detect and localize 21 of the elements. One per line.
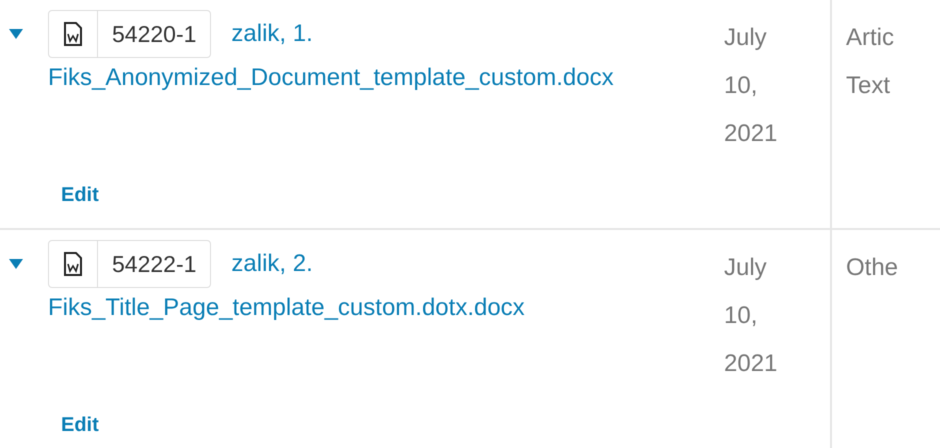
file-link[interactable]: Fiks_Title_Page_template_custom.dotx.docx (48, 294, 700, 322)
word-document-icon (63, 22, 83, 46)
word-document-icon (63, 252, 83, 276)
edit-link[interactable]: Edit (61, 184, 700, 207)
caret-icon[interactable] (8, 258, 24, 270)
date-text: 10, (724, 71, 758, 101)
caret-icon[interactable] (8, 28, 24, 40)
author-link[interactable]: zalik, 2. (231, 250, 313, 278)
document-id: 54220-1 (111, 20, 198, 48)
date-text: 2021 (724, 119, 778, 149)
date-text: July (724, 253, 768, 283)
type-text: Othe (846, 253, 900, 283)
type-text: Text (846, 71, 892, 101)
document-id: 54222-1 (111, 250, 198, 278)
author-link[interactable]: zalik, 1. (231, 20, 313, 48)
edit-link[interactable]: Edit (61, 414, 700, 437)
date-text: 10, (724, 301, 758, 331)
file-link[interactable]: Fiks_Anonymized_Document_template_custom.docx (48, 64, 700, 92)
date-text: July (724, 23, 768, 53)
type-text: Artic (846, 23, 895, 53)
date-text: 2021 (724, 349, 778, 379)
